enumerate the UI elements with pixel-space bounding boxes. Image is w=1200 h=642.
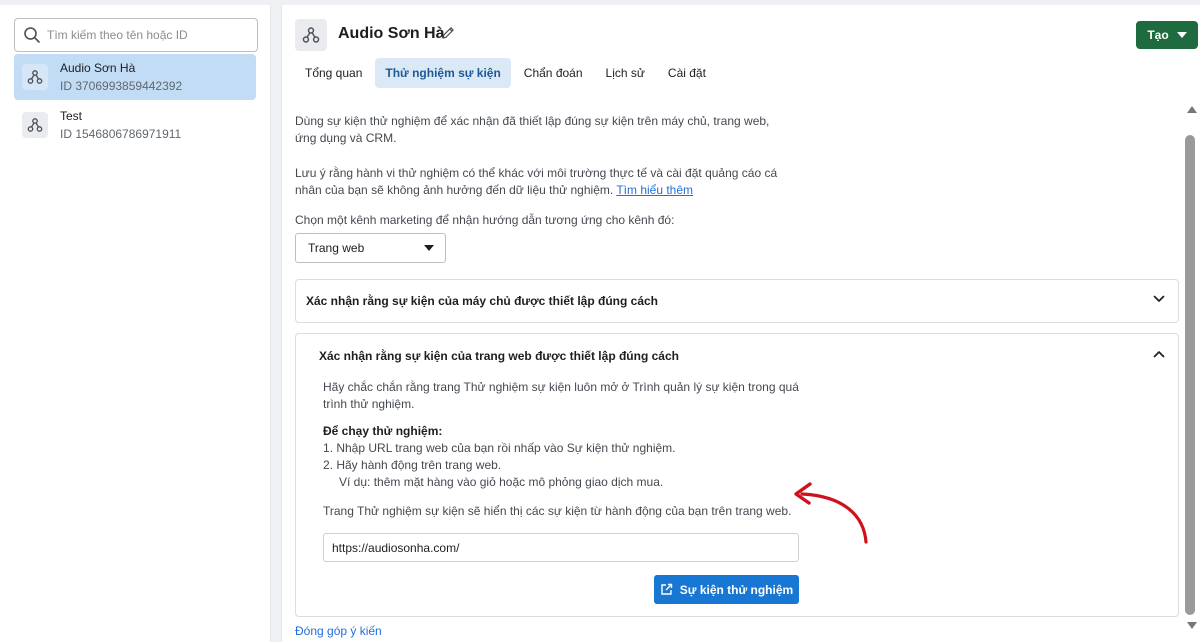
tab-test-events[interactable]: Thử nghiệm sự kiện: [375, 58, 511, 88]
page-title: Audio Sơn Hà: [338, 25, 445, 42]
pixel-name: Audio Sơn Hà: [60, 61, 136, 75]
create-button-label: Tạo: [1147, 28, 1169, 42]
search-icon: [24, 27, 40, 43]
step-1: 1. Nhập URL trang web của bạn rồi nhấp v…: [323, 441, 676, 455]
feedback-link[interactable]: Đóng góp ý kiến: [295, 624, 382, 638]
channel-select[interactable]: Trang web: [295, 233, 446, 263]
chevron-down-icon[interactable]: [1153, 295, 1165, 303]
website-url-input[interactable]: [323, 533, 799, 562]
pixel-network-icon: [22, 64, 48, 90]
pixel-id: ID 3706993859442392: [60, 79, 183, 93]
caret-down-icon: [424, 245, 434, 251]
scroll-down-arrow-icon[interactable]: [1187, 622, 1197, 629]
run-test-heading: Để chạy thử nghiệm:: [323, 424, 443, 438]
red-arrow-annotation: [794, 482, 868, 544]
pixel-list-panel: Audio Sơn Hà ID 3706993859442392 Test ID…: [0, 5, 271, 642]
tab-diagnostics[interactable]: Chẩn đoán: [514, 58, 593, 88]
scrollbar-thumb[interactable]: [1185, 135, 1195, 615]
result-text: Trang Thử nghiệm sự kiện sẽ hiển thị các…: [323, 504, 792, 518]
steps-list: 1. Nhập URL trang web của bạn rồi nhấp v…: [323, 440, 676, 491]
channel-select-value: Trang web: [308, 241, 365, 255]
tab-overview[interactable]: Tổng quan: [295, 58, 372, 88]
scroll-up-arrow-icon[interactable]: [1187, 106, 1197, 113]
pixel-network-icon: [22, 112, 48, 138]
tab-settings[interactable]: Cài đặt: [658, 58, 716, 88]
content-area: ▔▔▔▔▔▔▔▔ Dùng sự kiện thử nghiệm để xác …: [282, 93, 1181, 642]
main-panel: Audio Sơn Hà Tạo Tổng quan Thử nghiệm sự…: [281, 5, 1200, 642]
note-text: Lưu ý rằng hành vi thử nghiệm có thể khá…: [295, 166, 778, 197]
learn-more-link[interactable]: Tìm hiểu thêm: [616, 183, 693, 197]
scrollbar[interactable]: [1181, 93, 1200, 642]
tab-history[interactable]: Lịch sử: [596, 58, 655, 88]
pixel-id: ID 1546806786971911: [60, 127, 182, 141]
test-events-button-label: Sự kiện thử nghiệm: [679, 582, 794, 597]
test-events-button[interactable]: Sự kiện thử nghiệm: [654, 575, 799, 604]
server-card-title: Xác nhận rằng sự kiện của máy chủ được t…: [306, 294, 658, 308]
create-button[interactable]: Tạo: [1136, 21, 1198, 49]
pixel-item-audio-son-ha[interactable]: Audio Sơn Hà ID 3706993859442392: [14, 54, 256, 100]
pixel-item-test[interactable]: Test ID 1546806786971911: [14, 102, 256, 148]
clipped-heading: ▔▔▔▔▔▔▔▔: [295, 93, 495, 99]
chevron-up-icon[interactable]: [1153, 350, 1165, 358]
pixel-name: Test: [60, 109, 83, 123]
web-card-description: Hãy chắc chắn rằng trang Thử nghiệm sự k…: [323, 380, 799, 411]
pixel-network-icon: [295, 19, 327, 51]
channel-prompt: Chọn một kênh marketing để nhận hướng dẫ…: [295, 213, 675, 227]
pencil-icon[interactable]: [440, 25, 456, 41]
caret-down-icon: [1176, 32, 1187, 38]
external-link-icon: [661, 583, 672, 595]
search-input[interactable]: [47, 28, 247, 42]
web-events-card: Xác nhận rằng sự kiện của trang web được…: [295, 333, 1179, 617]
step-2-example: Ví dụ: thêm mặt hàng vào giỏ hoặc mô phỏ…: [339, 475, 664, 489]
step-2: 2. Hãy hành động trên trang web.: [323, 458, 502, 472]
tab-bar: Tổng quan Thử nghiệm sự kiện Chẩn đoán L…: [295, 58, 719, 88]
search-box[interactable]: [14, 18, 258, 52]
server-events-card[interactable]: Xác nhận rằng sự kiện của máy chủ được t…: [295, 279, 1179, 323]
intro-text: Dùng sự kiện thử nghiệm để xác nhận đã t…: [295, 114, 770, 145]
web-card-title: Xác nhận rằng sự kiện của trang web được…: [319, 349, 679, 363]
